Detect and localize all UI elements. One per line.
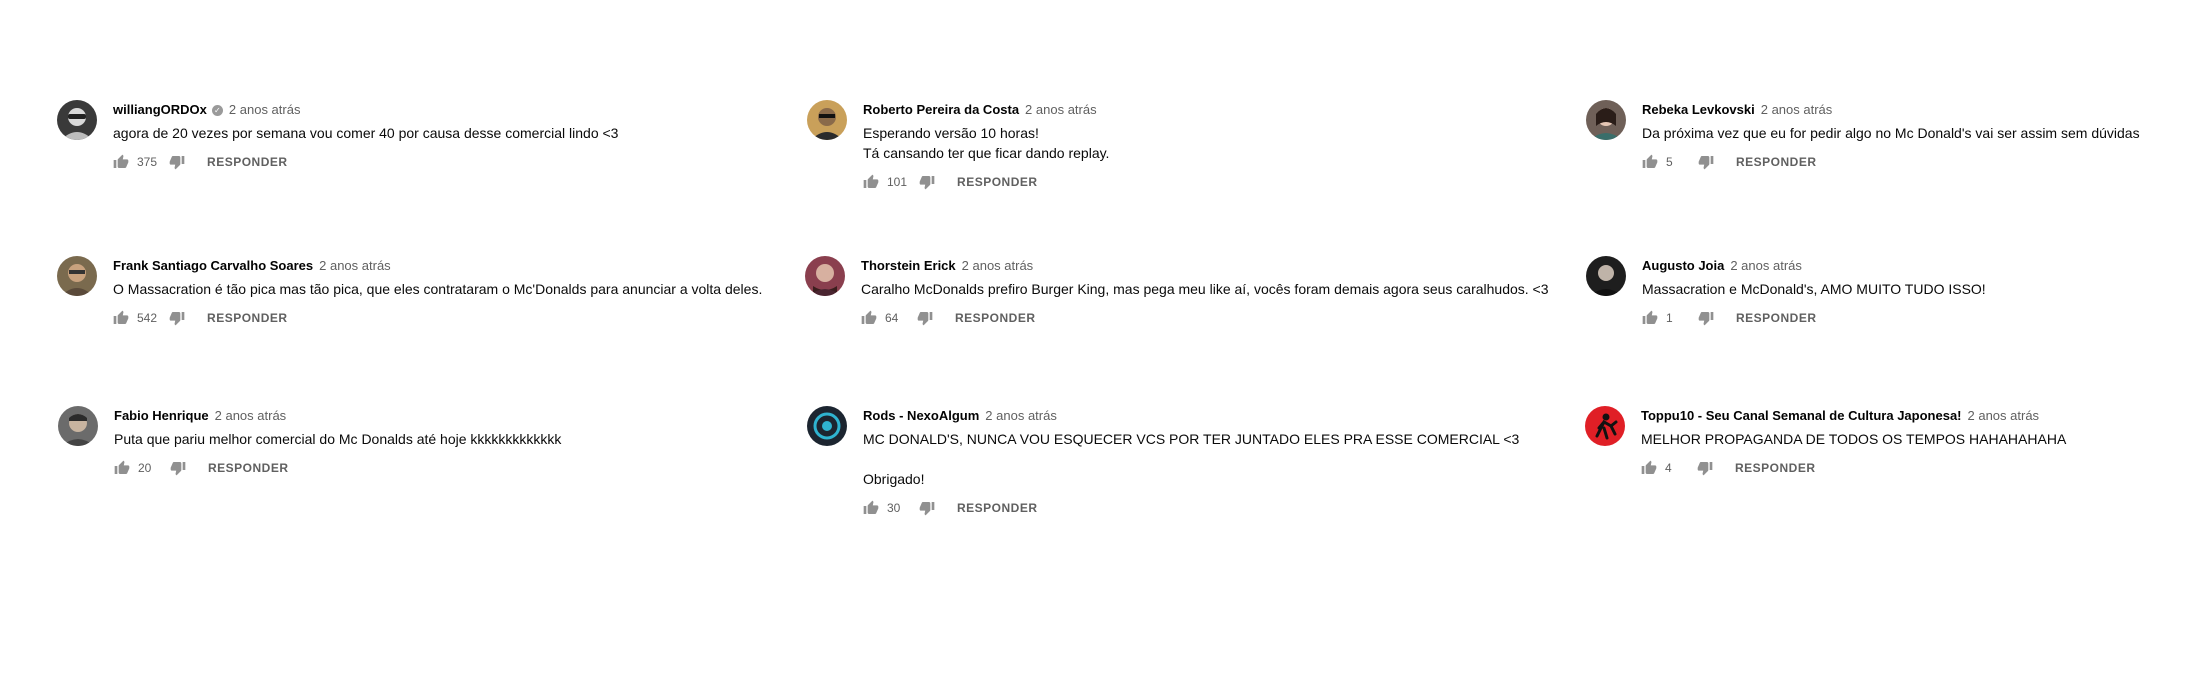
thumb-up-icon[interactable] — [113, 310, 129, 326]
comment-actions: 5 RESPONDER — [1642, 153, 2140, 171]
comment-actions: 4 RESPONDER — [1641, 459, 2066, 477]
comment-text: O Massacration é tão pica mas tão pica, … — [113, 279, 762, 299]
reply-button[interactable]: RESPONDER — [207, 309, 288, 327]
comment-timestamp[interactable]: 2 anos atrás — [319, 258, 391, 273]
thumb-down-icon[interactable] — [919, 174, 935, 190]
thumb-up-icon[interactable] — [863, 500, 879, 516]
thumb-up-icon[interactable] — [113, 154, 129, 170]
comment-timestamp[interactable]: 2 anos atrás — [1025, 102, 1097, 117]
like-count: 1 — [1666, 311, 1673, 325]
comment-text: MC DONALD'S, NUNCA VOU ESQUECER VCS POR … — [863, 429, 1519, 489]
reply-button[interactable]: RESPONDER — [1736, 153, 1817, 171]
like-count: 30 — [887, 501, 901, 515]
comment-text-line: Obrigado! — [863, 471, 925, 487]
like-count: 20 — [138, 461, 152, 475]
avatar[interactable] — [807, 406, 847, 446]
comment-timestamp[interactable]: 2 anos atrás — [1730, 258, 1802, 273]
like-count: 375 — [137, 155, 158, 169]
like-count: 64 — [885, 311, 899, 325]
comment-author[interactable]: Frank Santiago Carvalho Soares — [113, 258, 313, 273]
comment-text-line: MELHOR PROPAGANDA DE TODOS OS TEMPOS HAH… — [1641, 431, 2067, 447]
comment-timestamp[interactable]: 2 anos atrás — [1968, 408, 2040, 423]
thumb-up-icon[interactable] — [1642, 154, 1658, 170]
comment-actions: 1 RESPONDER — [1642, 309, 1986, 327]
avatar[interactable] — [1585, 406, 1625, 446]
comment-text: MELHOR PROPAGANDA DE TODOS OS TEMPOS HAH… — [1641, 429, 2066, 449]
comment-actions: 542 RESPONDER — [113, 309, 762, 327]
avatar[interactable] — [805, 256, 845, 296]
comment-timestamp[interactable]: 2 anos atrás — [985, 408, 1057, 423]
reply-button[interactable]: RESPONDER — [1735, 459, 1816, 477]
reply-button[interactable]: RESPONDER — [208, 459, 289, 477]
comment-text-line: Massacration e McDonald's, AMO MUITO TUD… — [1642, 281, 1986, 297]
comment-timestamp[interactable]: 2 anos atrás — [215, 408, 287, 423]
comment-author[interactable]: Toppu10 - Seu Canal Semanal de Cultura J… — [1641, 408, 1962, 423]
avatar[interactable] — [58, 406, 98, 446]
like-count: 4 — [1665, 461, 1672, 475]
like-count: 101 — [887, 175, 908, 189]
thumb-up-icon[interactable] — [1641, 460, 1657, 476]
comment-actions: 64 RESPONDER — [861, 309, 1549, 327]
avatar[interactable] — [1586, 256, 1626, 296]
thumb-up-icon[interactable] — [863, 174, 879, 190]
thumb-down-icon[interactable] — [169, 310, 185, 326]
comment-text: Caralho McDonalds prefiro Burger King, m… — [861, 279, 1549, 299]
comment-author[interactable]: williangORDOx — [113, 102, 207, 117]
comment-author[interactable]: Roberto Pereira da Costa — [863, 102, 1019, 117]
check-circle-icon: ✓ — [211, 105, 223, 116]
thumb-down-icon[interactable] — [919, 500, 935, 516]
thumb-up-icon[interactable] — [114, 460, 130, 476]
thumb-down-icon[interactable] — [917, 310, 933, 326]
comment-timestamp[interactable]: 2 anos atrás — [1761, 102, 1833, 117]
thumb-up-icon[interactable] — [861, 310, 877, 326]
reply-button[interactable]: RESPONDER — [207, 153, 288, 171]
comment-text: Da próxima vez que eu for pedir algo no … — [1642, 123, 2140, 143]
comment-text-line: MC DONALD'S, NUNCA VOU ESQUECER VCS POR … — [863, 431, 1520, 447]
thumb-up-icon[interactable] — [1642, 310, 1658, 326]
comment-actions: 101 RESPONDER — [863, 173, 1109, 191]
like-count: 5 — [1666, 155, 1673, 169]
reply-button[interactable]: RESPONDER — [955, 309, 1036, 327]
thumb-down-icon[interactable] — [170, 460, 186, 476]
comment-author[interactable]: Rebeka Levkovski — [1642, 102, 1755, 117]
comment-author[interactable]: Fabio Henrique — [114, 408, 209, 423]
comment-author[interactable]: Rods - NexoAlgum — [863, 408, 979, 423]
avatar[interactable] — [57, 100, 97, 140]
comment-actions: 375 RESPONDER — [113, 153, 618, 171]
reply-button[interactable]: RESPONDER — [957, 173, 1038, 191]
comment-timestamp[interactable]: 2 anos atrás — [962, 258, 1034, 273]
thumb-down-icon[interactable] — [1698, 154, 1714, 170]
comment-text: Puta que pariu melhor comercial do Mc Do… — [114, 429, 561, 449]
comment-actions: 20 RESPONDER — [114, 459, 561, 477]
comment-text: Esperando versão 10 horas! Tá cansando t… — [863, 123, 1109, 163]
reply-button[interactable]: RESPONDER — [957, 499, 1038, 517]
avatar[interactable] — [807, 100, 847, 140]
comment-text-line: Caralho McDonalds prefiro Burger King, m… — [861, 281, 1549, 297]
comment-text-line: Tá cansando ter que ficar dando replay. — [863, 145, 1110, 161]
comment-author[interactable]: Thorstein Erick — [861, 258, 956, 273]
comment-text-line: O Massacration é tão pica mas tão pica, … — [113, 281, 763, 297]
thumb-down-icon[interactable] — [1698, 310, 1714, 326]
thumb-down-icon[interactable] — [1697, 460, 1713, 476]
avatar[interactable] — [57, 256, 97, 296]
comment-actions: 30 RESPONDER — [863, 499, 1519, 517]
comment-text-line: Puta que pariu melhor comercial do Mc Do… — [114, 431, 562, 447]
comment-text: Massacration e McDonald's, AMO MUITO TUD… — [1642, 279, 1986, 299]
comment-text-blank-line — [863, 449, 1519, 469]
like-count: 542 — [137, 311, 158, 325]
thumb-down-icon[interactable] — [169, 154, 185, 170]
comment-text-line: Da próxima vez que eu for pedir algo no … — [1642, 125, 2140, 141]
reply-button[interactable]: RESPONDER — [1736, 309, 1817, 327]
comment-text: agora de 20 vezes por semana vou comer 4… — [113, 123, 618, 143]
comment-text-line: Esperando versão 10 horas! — [863, 125, 1039, 141]
comment-author[interactable]: Augusto Joia — [1642, 258, 1724, 273]
avatar[interactable] — [1586, 100, 1626, 140]
comment-text-line: agora de 20 vezes por semana vou comer 4… — [113, 125, 619, 141]
comment-timestamp[interactable]: 2 anos atrás — [229, 102, 301, 117]
